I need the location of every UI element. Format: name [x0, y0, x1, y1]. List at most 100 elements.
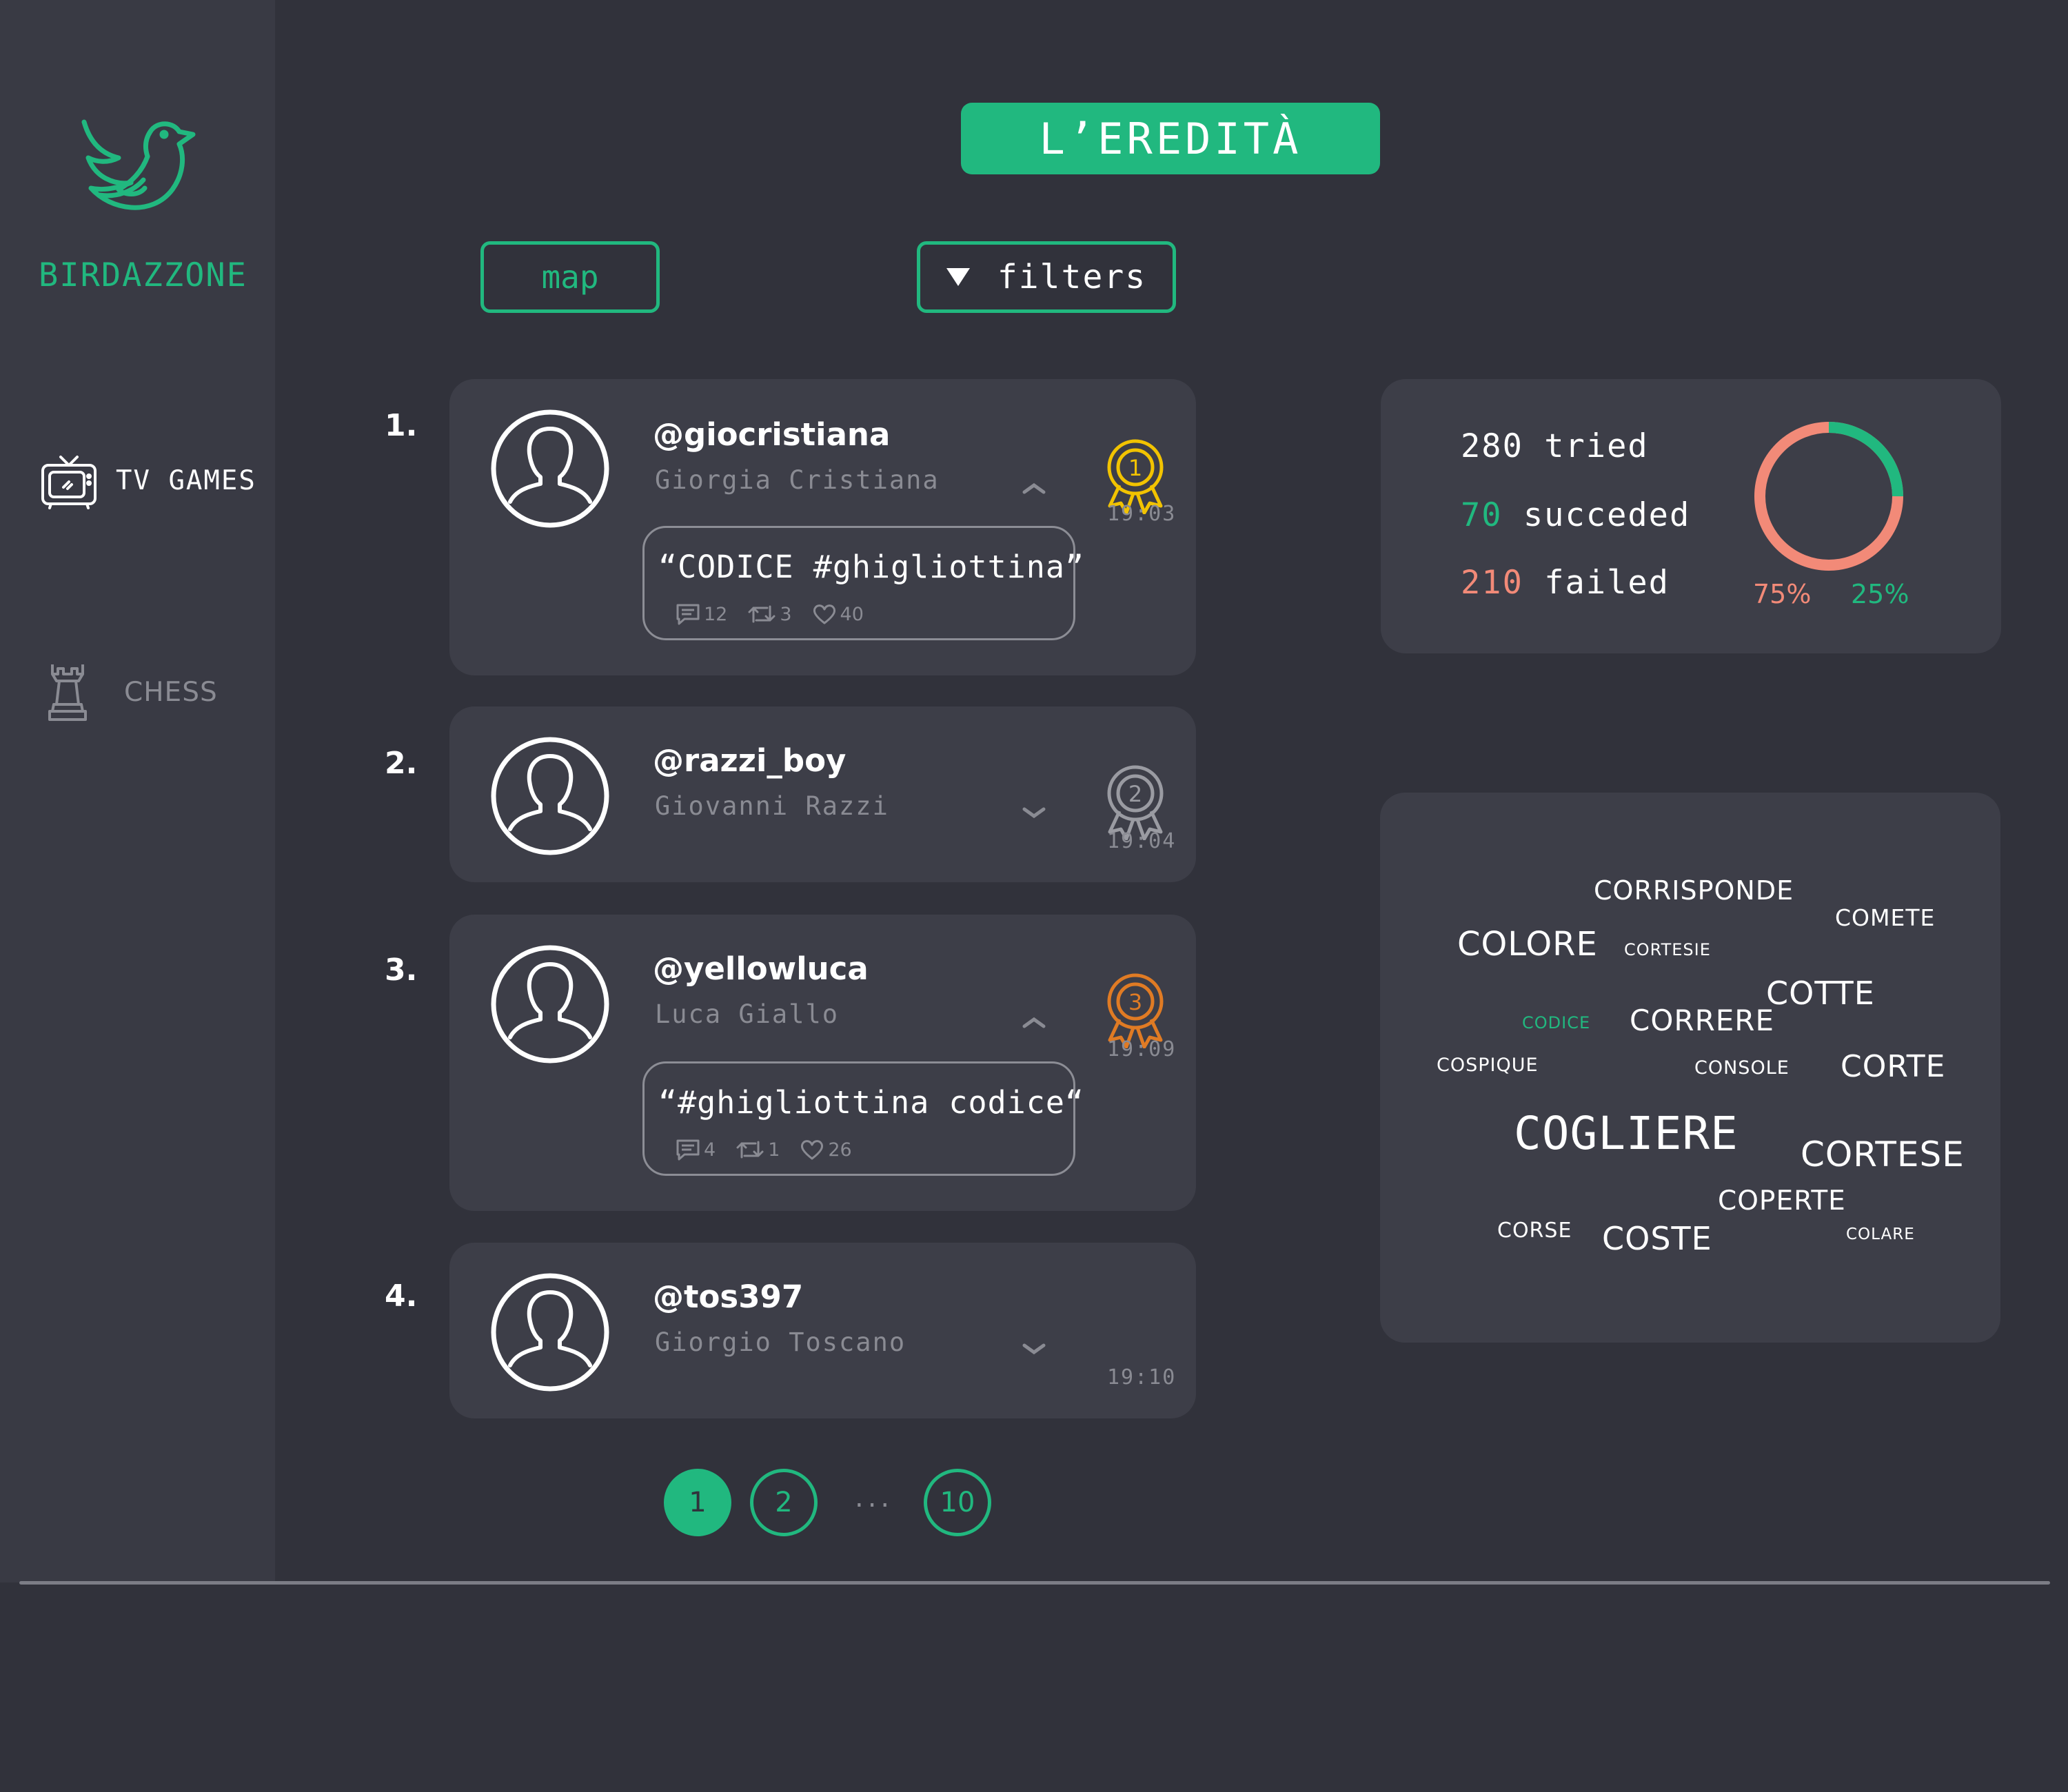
- succeded-percent: 25%: [1851, 579, 1909, 609]
- word-cloud-item: COLORE: [1457, 925, 1598, 964]
- word-cloud-item: COTTE: [1766, 975, 1875, 1012]
- word-cloud-item: COPERTE: [1718, 1185, 1846, 1216]
- word-cloud-item: CORSE: [1497, 1219, 1572, 1243]
- page-button-1[interactable]: 1: [664, 1469, 731, 1536]
- word-cloud-item: CORRERE: [1630, 1004, 1775, 1037]
- comment-count[interactable]: 12: [675, 602, 727, 626]
- rank-label: 3.: [385, 953, 418, 988]
- results-summary-panel: 280 tried 70 succeded 210 failed 75% 25%: [1381, 379, 2001, 653]
- tried-label: tried: [1544, 427, 1649, 465]
- success-rate-donut: [1754, 422, 1903, 571]
- chevron-up-icon[interactable]: [1022, 1015, 1046, 1030]
- filters-label: filters: [997, 258, 1147, 296]
- succeded-stat: 70 succeded: [1461, 496, 1690, 534]
- retweet-icon: [736, 1141, 764, 1159]
- comment-count-value: 12: [704, 603, 728, 625]
- user-name: Giovanni Razzi: [655, 791, 889, 821]
- tweet-text: “#ghigliottina codice“: [658, 1084, 1085, 1121]
- word-cloud-item: COSTE: [1602, 1220, 1712, 1257]
- svg-text:3: 3: [1128, 989, 1142, 1015]
- retweet-count[interactable]: 3: [747, 602, 792, 626]
- failed-count: 210: [1461, 564, 1523, 602]
- like-count-value: 26: [828, 1139, 852, 1161]
- comment-icon: [676, 1139, 700, 1161]
- svg-text:1: 1: [1128, 455, 1142, 481]
- sidebar-item-chess[interactable]: CHESS: [45, 662, 218, 722]
- word-cloud-item: COSPIQUE: [1437, 1055, 1539, 1076]
- leaderboard-card[interactable]: @giocristiana Giorgia Cristiana 1 19:03 …: [449, 379, 1196, 675]
- like-count[interactable]: 26: [799, 1138, 852, 1161]
- chevron-down-icon[interactable]: [1022, 805, 1046, 820]
- comment-icon: [676, 604, 700, 625]
- filters-dropdown[interactable]: filters: [917, 241, 1176, 313]
- succeded-label: succeded: [1523, 496, 1691, 534]
- user-name: Giorgio Toscano: [655, 1327, 906, 1357]
- retweet-count-value: 1: [768, 1139, 780, 1161]
- like-count[interactable]: 40: [811, 602, 864, 626]
- heart-icon: [801, 1140, 824, 1160]
- avatar-icon: [489, 944, 611, 1065]
- retweet-icon: [748, 605, 776, 623]
- tried-stat: 280 tried: [1461, 427, 1649, 465]
- sidebar-item-label: TV GAMES: [116, 465, 256, 496]
- page-button-2[interactable]: 2: [750, 1469, 818, 1536]
- retweet-count[interactable]: 1: [735, 1138, 780, 1161]
- word-cloud-item: COLARE: [1846, 1225, 1915, 1243]
- svg-text:2: 2: [1128, 781, 1142, 807]
- word-cloud-item: CORTESIE: [1624, 940, 1711, 959]
- comment-count[interactable]: 4: [675, 1138, 716, 1161]
- failed-label: failed: [1544, 564, 1670, 602]
- word-cloud-item: CORRISPONDE: [1594, 875, 1794, 906]
- word-cloud-item: CORTE: [1841, 1049, 1946, 1084]
- failed-percent: 75%: [1753, 579, 1812, 609]
- failed-stat: 210 failed: [1461, 564, 1670, 602]
- avatar-icon: [489, 408, 611, 529]
- page-title: L’EREDITÀ: [961, 103, 1380, 174]
- rank-label: 1.: [385, 408, 418, 443]
- user-handle: @tos397: [653, 1279, 804, 1315]
- word-cloud-item: CONSOLE: [1694, 1057, 1790, 1079]
- retweet-count-value: 3: [780, 603, 792, 625]
- caret-down-icon: [946, 268, 970, 286]
- page-button-10[interactable]: 10: [924, 1469, 991, 1536]
- word-cloud-item: COMETE: [1835, 904, 1936, 931]
- map-button[interactable]: map: [480, 241, 660, 313]
- tweet-text: “CODICE #ghigliottina”: [658, 549, 1085, 585]
- brand-name: BIRDAZZONE: [39, 256, 247, 294]
- bird-logo-icon: [81, 119, 196, 210]
- chevron-down-icon[interactable]: [1022, 1341, 1046, 1356]
- word-cloud-item: CORTESE: [1801, 1134, 1965, 1174]
- avatar-icon: [489, 1272, 611, 1393]
- leaderboard-card[interactable]: @yellowluca Luca Giallo 3 19:09 “#ghigli…: [449, 915, 1196, 1211]
- like-count-value: 40: [840, 603, 864, 625]
- answer-time: 19:09: [1107, 1037, 1177, 1061]
- comment-count-value: 4: [704, 1139, 716, 1161]
- bottom-divider: [19, 1581, 2050, 1585]
- avatar-icon: [489, 735, 611, 857]
- leaderboard-card[interactable]: @razzi_boy Giovanni Razzi 2 19:04: [449, 706, 1196, 882]
- user-handle: @razzi_boy: [653, 742, 847, 779]
- word-cloud-panel: CORRISPONDE COMETE COLORE CORTESIE COTTE…: [1380, 793, 2000, 1343]
- chess-rook-icon: [48, 664, 87, 721]
- tv-icon: [41, 456, 97, 509]
- rank-label: 4.: [385, 1279, 418, 1314]
- user-name: Luca Giallo: [655, 999, 840, 1029]
- user-handle: @yellowluca: [653, 950, 869, 987]
- user-handle: @giocristiana: [653, 416, 891, 453]
- answer-time: 19:10: [1107, 1365, 1177, 1389]
- word-cloud-item: COGLIERE: [1514, 1107, 1738, 1160]
- sidebar: BIRDAZZONE TV GAMES CHESS: [0, 0, 275, 1582]
- tried-count: 280: [1461, 427, 1523, 465]
- sidebar-item-tv-games[interactable]: TV GAMES: [40, 451, 256, 509]
- chevron-up-icon[interactable]: [1022, 481, 1046, 496]
- user-name: Giorgia Cristiana: [655, 465, 940, 495]
- sidebar-item-label: CHESS: [124, 676, 218, 708]
- rank-label: 2.: [385, 746, 418, 781]
- answer-time: 19:03: [1107, 502, 1177, 526]
- tweet-box[interactable]: “#ghigliottina codice“ 4 1 26: [642, 1061, 1084, 1176]
- leaderboard-card[interactable]: @tos397 Giorgio Toscano 19:10: [449, 1243, 1196, 1418]
- pagination-ellipsis: ...: [855, 1482, 894, 1514]
- heart-icon: [813, 604, 835, 624]
- tweet-box[interactable]: “CODICE #ghigliottina” 12 3 40: [642, 526, 1084, 640]
- word-cloud-item-highlighted: CODICE: [1522, 1013, 1591, 1032]
